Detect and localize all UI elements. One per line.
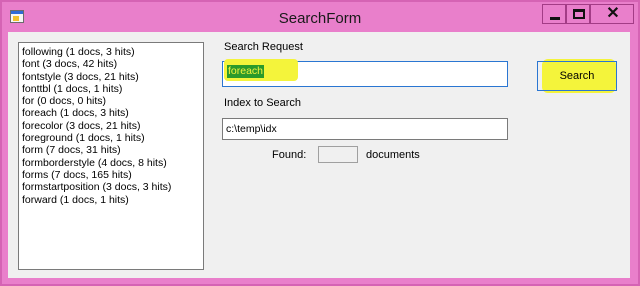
title-bar[interactable]: SearchForm ✕ bbox=[2, 2, 638, 32]
list-item[interactable]: formborderstyle (4 docs, 8 hits) bbox=[22, 157, 203, 169]
minimize-button[interactable] bbox=[542, 4, 566, 24]
search-request-label: Search Request bbox=[224, 41, 303, 53]
found-count-field bbox=[318, 146, 358, 163]
list-item[interactable]: form (7 docs, 31 hits) bbox=[22, 144, 203, 156]
search-request-value[interactable]: foreach bbox=[227, 65, 265, 78]
search-button[interactable]: Search bbox=[537, 61, 617, 91]
list-item[interactable]: forecolor (3 docs, 21 hits) bbox=[22, 120, 203, 132]
form-client-area: following (1 docs, 3 hits) font (3 docs,… bbox=[8, 32, 630, 278]
index-to-search-label: Index to Search bbox=[224, 97, 302, 109]
list-item[interactable]: fontstyle (3 docs, 21 hits) bbox=[22, 71, 203, 83]
list-item[interactable]: foreground (1 docs, 1 hits) bbox=[22, 132, 203, 144]
list-item[interactable]: forms (7 docs, 165 hits) bbox=[22, 169, 203, 181]
close-button[interactable]: ✕ bbox=[590, 4, 634, 24]
list-item[interactable]: following (1 docs, 3 hits) bbox=[22, 46, 203, 58]
results-listbox[interactable]: following (1 docs, 3 hits) font (3 docs,… bbox=[18, 42, 204, 270]
minimize-icon bbox=[550, 17, 560, 20]
list-item[interactable]: forward (1 docs, 1 hits) bbox=[22, 194, 203, 206]
list-item[interactable]: formstartposition (3 docs, 3 hits) bbox=[22, 181, 203, 193]
search-form-window: SearchForm ✕ following (1 docs, 3 hits) … bbox=[0, 0, 640, 286]
close-icon: ✕ bbox=[606, 5, 620, 22]
list-item[interactable]: foreach (1 docs, 3 hits) bbox=[22, 107, 203, 119]
list-item[interactable]: font (3 docs, 42 hits) bbox=[22, 58, 203, 70]
list-item[interactable]: fonttbl (1 docs, 1 hits) bbox=[22, 83, 203, 95]
maximize-icon bbox=[573, 9, 585, 19]
found-label: Found: bbox=[272, 149, 307, 161]
list-item[interactable]: for (0 docs, 0 hits) bbox=[22, 95, 203, 107]
maximize-button[interactable] bbox=[566, 4, 590, 24]
index-path-input[interactable]: c:\temp\idx bbox=[222, 118, 508, 140]
documents-label: documents bbox=[366, 149, 420, 161]
